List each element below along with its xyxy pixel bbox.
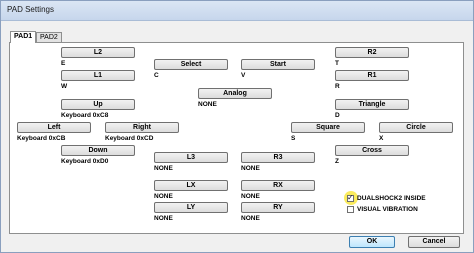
ly-button[interactable]: LY bbox=[154, 202, 228, 213]
right-button[interactable]: Right bbox=[105, 122, 179, 133]
right-value: Keyboard 0xCD bbox=[105, 135, 154, 142]
l2-value: E bbox=[61, 60, 66, 67]
visual-vibration-checkbox[interactable] bbox=[347, 206, 354, 213]
l1-value: W bbox=[61, 83, 68, 90]
visual-vibration-option[interactable]: VISUAL VIBRATION bbox=[347, 205, 418, 214]
triangle-value: D bbox=[335, 112, 340, 119]
lx-value: NONE bbox=[154, 193, 173, 200]
down-value: Keyboard 0xD0 bbox=[61, 158, 109, 165]
cancel-button[interactable]: Cancel bbox=[408, 236, 460, 248]
square-value: S bbox=[291, 135, 296, 142]
left-value: Keyboard 0xCB bbox=[17, 135, 66, 142]
l3-value: NONE bbox=[154, 165, 173, 172]
lx-button[interactable]: LX bbox=[154, 180, 228, 191]
down-button[interactable]: Down bbox=[61, 145, 135, 156]
rx-value: NONE bbox=[241, 193, 260, 200]
select-value: C bbox=[154, 72, 159, 79]
select-button[interactable]: Select bbox=[154, 59, 228, 70]
square-button[interactable]: Square bbox=[291, 122, 365, 133]
circle-button[interactable]: Circle bbox=[379, 122, 453, 133]
l3-button[interactable]: L3 bbox=[154, 152, 228, 163]
up-value: Keyboard 0xC8 bbox=[61, 112, 109, 119]
ly-value: NONE bbox=[154, 215, 173, 222]
circle-value: X bbox=[379, 135, 384, 142]
window-title: PAD Settings bbox=[7, 5, 54, 14]
start-button[interactable]: Start bbox=[241, 59, 315, 70]
dualshock2-checkbox[interactable] bbox=[347, 193, 354, 202]
r1-button[interactable]: R1 bbox=[335, 70, 409, 81]
visual-vibration-label: VISUAL VIBRATION bbox=[357, 205, 418, 213]
l2-button[interactable]: L2 bbox=[61, 47, 135, 58]
dualshock2-label: DUALSHOCK2 INSIDE bbox=[357, 194, 426, 202]
triangle-button[interactable]: Triangle bbox=[335, 99, 409, 110]
cross-button[interactable]: Cross bbox=[335, 145, 409, 156]
pad-settings-window: PAD Settings PAD1 PAD2 L2 E R2 T Select … bbox=[0, 0, 474, 253]
tab-pad1[interactable]: PAD1 bbox=[10, 31, 37, 43]
ry-value: NONE bbox=[241, 215, 260, 222]
ry-button[interactable]: RY bbox=[241, 202, 315, 213]
dualshock2-option[interactable]: DUALSHOCK2 INSIDE bbox=[347, 193, 426, 203]
analog-button[interactable]: Analog bbox=[198, 88, 272, 99]
title-bar: PAD Settings bbox=[1, 1, 473, 21]
start-value: V bbox=[241, 72, 246, 79]
up-button[interactable]: Up bbox=[61, 99, 135, 110]
rx-button[interactable]: RX bbox=[241, 180, 315, 191]
r1-value: R bbox=[335, 83, 340, 90]
r3-button[interactable]: R3 bbox=[241, 152, 315, 163]
analog-value: NONE bbox=[198, 101, 217, 108]
r2-value: T bbox=[335, 60, 339, 67]
r3-value: NONE bbox=[241, 165, 260, 172]
r2-button[interactable]: R2 bbox=[335, 47, 409, 58]
cross-value: Z bbox=[335, 158, 339, 165]
left-button[interactable]: Left bbox=[17, 122, 91, 133]
ok-button[interactable]: OK bbox=[349, 236, 395, 248]
l1-button[interactable]: L1 bbox=[61, 70, 135, 81]
